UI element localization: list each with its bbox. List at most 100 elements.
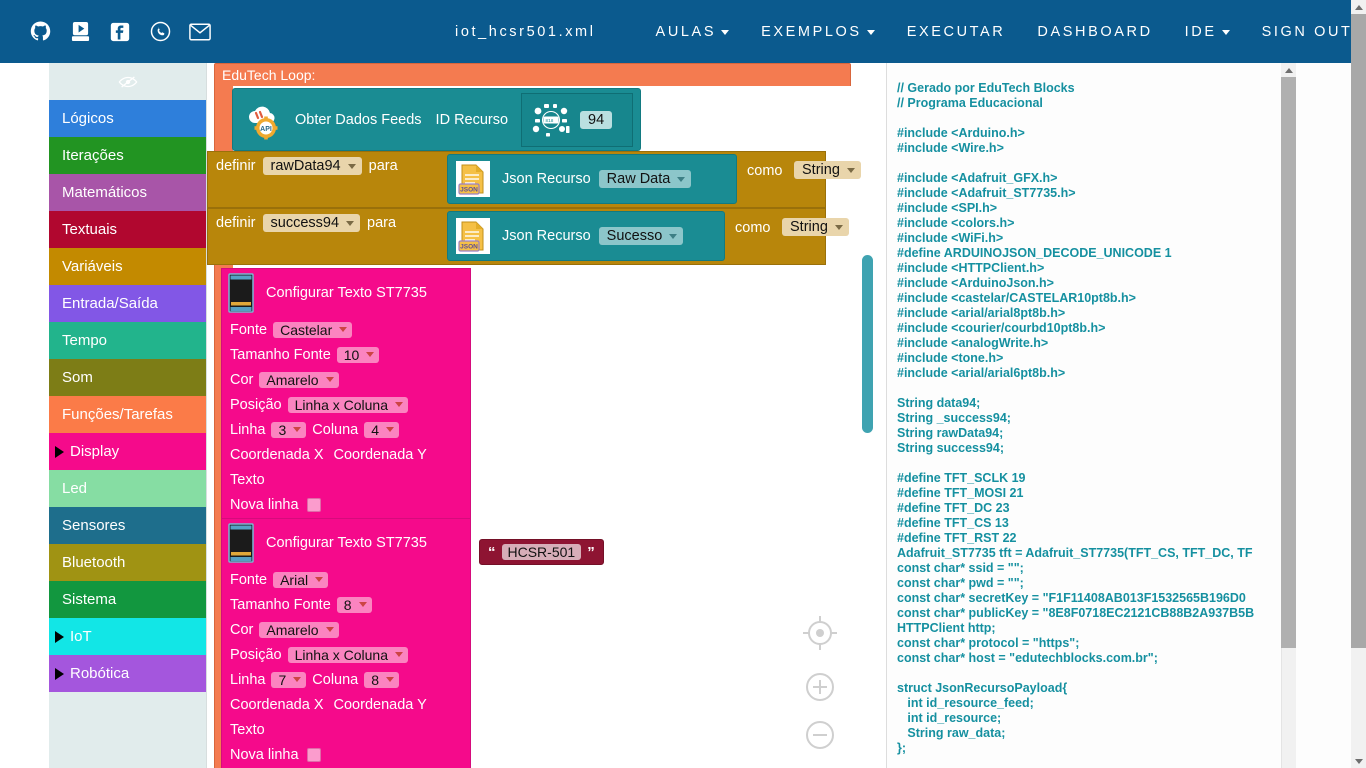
sidebar-item-led[interactable]: Led — [49, 470, 206, 507]
nav-item-dashboard[interactable]: DASHBOARD — [1021, 24, 1168, 40]
page-scroll-down-arrow[interactable] — [1351, 754, 1366, 768]
id-recurso-value[interactable]: 94 — [580, 111, 613, 129]
svg-text:API: API — [260, 126, 272, 133]
toolbox-label: Bluetooth — [62, 554, 126, 571]
st7735-linha-coluna-row: Linha 3 Coluna 4 — [222, 417, 470, 442]
fonte-dropdown[interactable]: Castelar — [273, 321, 353, 338]
texto-label: Texto — [230, 721, 265, 738]
nav-label: EXEMPLOS — [761, 23, 862, 40]
canvas-vertical-scrollbar[interactable] — [862, 255, 873, 433]
email-icon[interactable] — [189, 21, 211, 43]
st7735-tamanho-row: Tamanho Fonte 8 — [222, 592, 470, 617]
configurar-texto-st7735-block-2[interactable]: Configurar Texto ST7735 Fonte Arial Tama… — [221, 518, 471, 768]
youtube-icon[interactable] — [69, 21, 91, 43]
chevron-down-icon — [339, 327, 348, 332]
st7735-posicao-row: Posição Linha x Coluna — [222, 642, 470, 667]
sidebar-item-som[interactable]: Som — [49, 359, 206, 396]
chevron-down-icon — [866, 30, 875, 35]
sidebar-item-matematicos[interactable]: Matemáticos — [49, 174, 206, 211]
cor-label: Cor — [230, 371, 254, 388]
json-recurso-block-sucesso[interactable]: JSON Json Recurso Sucesso — [447, 211, 725, 261]
nav-item-aulas[interactable]: AULAS — [640, 24, 746, 40]
toolbox-label: IoT — [70, 628, 92, 645]
sidebar-item-entrada-saida[interactable]: Entrada/Saída — [49, 285, 206, 322]
quote-open-icon: “ — [488, 543, 496, 561]
st7735-fonte-row: Fonte Castelar — [222, 317, 470, 342]
coluna-dropdown[interactable]: 8 — [364, 671, 400, 688]
nova-linha-checkbox[interactable] — [306, 497, 321, 512]
code-viewport[interactable]: // Gerado por EduTech Blocks // Programa… — [887, 63, 1337, 768]
tamanho-label: Tamanho Fonte — [230, 596, 331, 613]
variable-dropdown[interactable]: success94 — [262, 214, 361, 232]
github-icon[interactable] — [29, 21, 51, 43]
sidebar-item-bluetooth[interactable]: Bluetooth — [49, 544, 206, 581]
tamanho-dropdown[interactable]: 10 — [336, 346, 380, 363]
zoom-controls — [795, 608, 847, 764]
coluna-value: 8 — [371, 671, 380, 688]
code-scroll-up-arrow[interactable] — [1281, 63, 1296, 77]
json-field-dropdown[interactable]: Raw Data — [598, 170, 692, 188]
blockly-canvas[interactable]: EduTech Loop: API Obter Dados Feeds ID R… — [207, 63, 886, 768]
json-recurso-block-raw[interactable]: JSON Json Recurso Raw Data — [447, 154, 737, 204]
zoom-in-icon[interactable] — [795, 668, 847, 711]
variable-dropdown[interactable]: rawData94 — [262, 157, 362, 175]
chevron-down-icon — [721, 30, 730, 35]
texto-string-block-1[interactable]: “ HCSR-501 ” — [479, 539, 604, 565]
posicao-dropdown[interactable]: Linha x Coluna — [287, 396, 408, 413]
nova-linha-checkbox[interactable] — [306, 747, 321, 762]
sidebar-item-logicos[interactable]: Lógicos — [49, 100, 206, 137]
facebook-icon[interactable] — [109, 21, 131, 43]
chevron-down-icon — [315, 577, 324, 582]
configurar-texto-st7735-block-1[interactable]: Configurar Texto ST7735 Fonte Castelar T… — [221, 268, 471, 530]
tipo-dropdown-sucesso[interactable]: String — [782, 218, 849, 236]
cor-dropdown[interactable]: Amarelo — [259, 371, 339, 388]
page-scrollbar-thumb[interactable] — [1351, 14, 1366, 648]
texto-value[interactable]: HCSR-501 — [501, 544, 582, 560]
json-field-value: Raw Data — [606, 171, 671, 187]
linha-value: 7 — [278, 671, 287, 688]
nav-item-sign-out[interactable]: SIGN OUT — [1246, 24, 1366, 40]
center-target-icon[interactable] — [795, 608, 847, 663]
posicao-dropdown[interactable]: Linha x Coluna — [287, 646, 408, 663]
coluna-dropdown[interactable]: 4 — [364, 421, 400, 438]
sidebar-item-funcoes-tarefas[interactable]: Funções/Tarefas — [49, 396, 206, 433]
posicao-value: Linha x Coluna — [294, 646, 388, 663]
chevron-down-icon — [846, 167, 855, 173]
sidebar-item-textuais[interactable]: Textuais — [49, 211, 206, 248]
arrow-down-icon — [1354, 758, 1363, 764]
sidebar-item-sensores[interactable]: Sensores — [49, 507, 206, 544]
linha-dropdown[interactable]: 7 — [271, 671, 307, 688]
chevron-down-icon — [347, 163, 356, 169]
st7735-texto-row: Texto — [222, 717, 470, 742]
id-recurso-socket[interactable]: 818 94 — [521, 93, 633, 147]
code-scrollbar-thumb[interactable] — [1281, 76, 1296, 648]
social-links — [29, 21, 211, 43]
sidebar-item-display[interactable]: Display — [49, 433, 206, 470]
obter-dados-feeds-block[interactable]: API Obter Dados Feeds ID Recurso 818 94 — [232, 88, 641, 151]
sidebar-item-iteracoes[interactable]: Iterações — [49, 137, 206, 174]
sidebar-item-tempo[interactable]: Tempo — [49, 322, 206, 359]
tamanho-dropdown[interactable]: 8 — [336, 596, 372, 613]
zoom-out-icon[interactable] — [795, 716, 847, 759]
whatsapp-icon[interactable] — [149, 21, 171, 43]
coordx-label: Coordenada X — [230, 446, 324, 463]
tamanho-value: 8 — [343, 596, 352, 613]
page-scroll-up-arrow[interactable] — [1351, 0, 1366, 14]
toolbox-label: Variáveis — [62, 258, 123, 275]
linha-dropdown[interactable]: 3 — [271, 421, 307, 438]
eye-slash-icon[interactable] — [118, 75, 138, 89]
sidebar-item-variaveis[interactable]: Variáveis — [49, 248, 206, 285]
fonte-dropdown[interactable]: Arial — [273, 571, 329, 588]
chevron-down-icon — [346, 220, 355, 226]
nav-item-ide[interactable]: IDE — [1169, 24, 1246, 40]
cor-dropdown[interactable]: Amarelo — [259, 621, 339, 638]
sidebar-item-sistema[interactable]: Sistema — [49, 581, 206, 618]
nav-item-executar[interactable]: EXECUTAR — [891, 24, 1022, 40]
tipo-dropdown-raw[interactable]: String — [794, 161, 861, 179]
json-field-dropdown[interactable]: Sucesso — [598, 227, 684, 245]
sidebar-item-iot[interactable]: IoT — [49, 618, 206, 655]
json-block-label: Json Recurso — [502, 171, 591, 187]
nova-linha-label: Nova linha — [230, 496, 299, 513]
sidebar-item-robotica[interactable]: Robótica — [49, 655, 206, 692]
nav-item-exemplos[interactable]: EXEMPLOS — [745, 24, 891, 40]
